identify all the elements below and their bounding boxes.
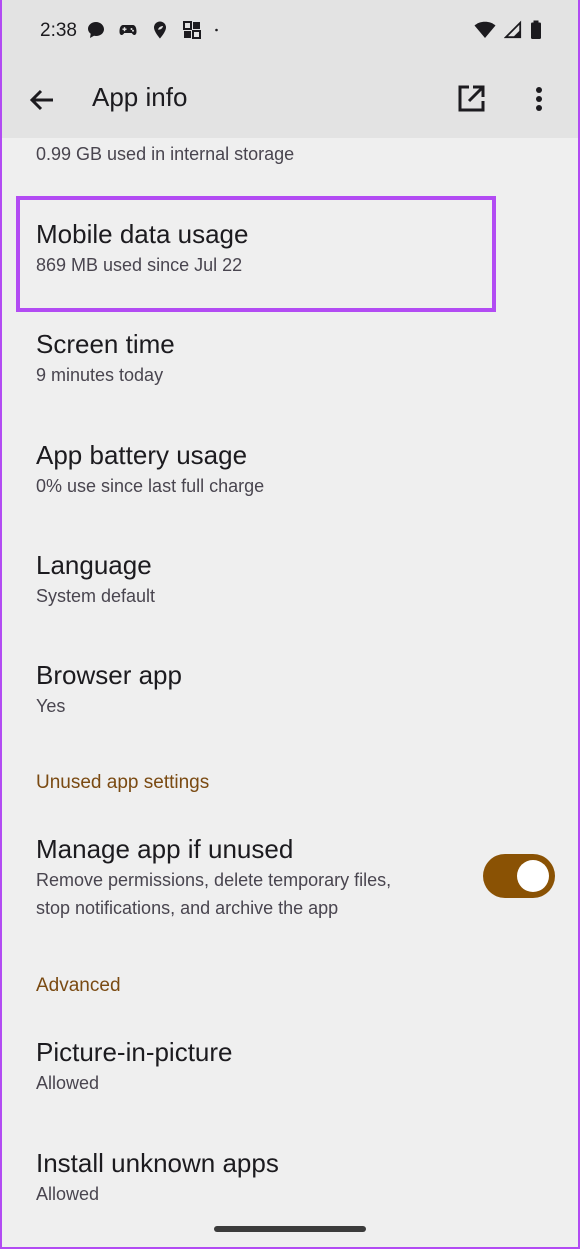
battery-icon: [530, 20, 542, 45]
gamepad-icon: [118, 20, 138, 40]
status-time: 2:38: [40, 20, 77, 41]
signal-icon: [503, 20, 522, 45]
item-subtitle: 0% use since last full charge: [36, 476, 265, 496]
gesture-handle[interactable]: [214, 1226, 366, 1232]
item-title: Manage app if unused: [36, 834, 294, 864]
item-subtitle: Allowed: [36, 1073, 100, 1093]
manage-app-if-unused-item[interactable]: Manage app if unused Remove permissions,…: [36, 833, 391, 922]
item-title: Install unknown apps: [36, 1148, 279, 1178]
toggle-knob: [517, 860, 549, 892]
item-subtitle: Allowed: [36, 1184, 100, 1204]
status-bar: 2:38: [0, 0, 580, 62]
location-leaf-icon: [150, 20, 170, 40]
item-subtitle: 869 MB used since Jul 22: [36, 255, 243, 275]
item-title: Picture-in-picture: [36, 1037, 233, 1067]
storage-subtitle: 0.99 GB used in internal storage: [36, 144, 295, 164]
app-battery-usage-item[interactable]: App battery usage 0% use since last full…: [36, 439, 264, 500]
item-title: Screen time: [36, 329, 175, 359]
manage-app-toggle[interactable]: [483, 854, 555, 898]
storage-item[interactable]: 0.99 GB used in internal storage: [36, 144, 294, 165]
settings-list: 0.99 GB used in internal storage Mobile …: [0, 138, 580, 1249]
item-subtitle: 9 minutes today: [36, 365, 164, 385]
item-title: Mobile data usage: [36, 219, 249, 249]
screen-time-item[interactable]: Screen time 9 minutes today: [36, 328, 175, 389]
item-subtitle: Remove permissions, delete temporary fil…: [36, 870, 392, 890]
item-subtitle: System default: [36, 586, 156, 606]
item-title: Language: [36, 550, 152, 580]
wifi-icon: [474, 20, 496, 45]
chat-bubble-icon: [86, 20, 106, 40]
page-title: App info: [92, 82, 188, 112]
item-title: App battery usage: [36, 440, 248, 470]
browser-app-item[interactable]: Browser app Yes: [36, 659, 182, 720]
mobile-data-usage-item[interactable]: Mobile data usage 869 MB used since Jul …: [36, 218, 248, 279]
item-title: Browser app: [36, 660, 182, 690]
grid-apps-icon: [182, 20, 202, 40]
notification-icons: [86, 20, 224, 40]
dot-icon: [214, 20, 224, 40]
open-in-new-icon[interactable]: [456, 84, 486, 114]
system-icons: [474, 20, 542, 45]
picture-in-picture-item[interactable]: Picture-in-picture Allowed: [36, 1036, 233, 1097]
language-item[interactable]: Language System default: [36, 549, 155, 610]
section-header-advanced: Advanced: [36, 975, 121, 996]
item-subtitle: stop notifications, and archive the app: [36, 898, 339, 918]
app-bar: App info: [0, 62, 580, 138]
section-header-unused: Unused app settings: [36, 772, 210, 793]
item-subtitle: Yes: [36, 696, 66, 716]
arrow-left-icon[interactable]: [26, 84, 58, 116]
more-vert-icon[interactable]: [524, 84, 554, 114]
install-unknown-apps-item[interactable]: Install unknown apps Allowed: [36, 1147, 279, 1208]
